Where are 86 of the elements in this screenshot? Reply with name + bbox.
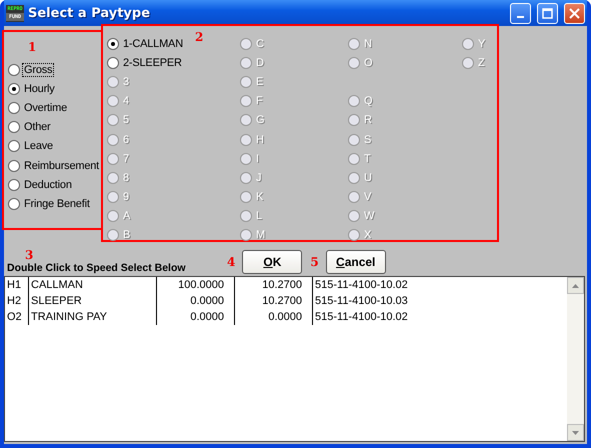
- table-cell: 10.2700: [235, 277, 313, 293]
- option-label: H: [255, 134, 265, 146]
- option-label: Leave: [23, 140, 54, 152]
- table-cell: SLEEPER: [29, 293, 157, 309]
- table-cell: 10.2700: [235, 293, 313, 309]
- radio-button[interactable]: [8, 198, 20, 210]
- option-label: 7: [122, 152, 130, 165]
- option-label: Hourly: [23, 82, 56, 95]
- radio-button[interactable]: [8, 64, 20, 76]
- option-label: E: [255, 76, 264, 88]
- speed-select-label: Double Click to Speed Select Below: [7, 262, 187, 274]
- option-label: D: [255, 56, 265, 69]
- ok-button[interactable]: OK: [242, 250, 302, 274]
- option-label: C: [255, 38, 265, 50]
- table-cell: TRAINING PAY: [29, 309, 157, 325]
- option-label: A: [122, 210, 132, 222]
- radio-button[interactable]: [8, 178, 20, 191]
- option-label: Fringe Benefit: [23, 198, 91, 210]
- up-arrow-icon: [572, 284, 579, 288]
- option-label: M: [255, 229, 266, 242]
- maximize-icon: [542, 8, 553, 18]
- option-label: Overtime: [23, 102, 68, 114]
- table-cell-text: 515-11-4100-10.03: [314, 294, 409, 309]
- option-label: N: [363, 38, 373, 50]
- option-label: I: [255, 152, 260, 165]
- table-cell: CALLMAN: [29, 277, 157, 293]
- minimize-icon: [517, 16, 524, 18]
- option-label: K: [255, 191, 264, 204]
- option-label: 3: [122, 76, 130, 88]
- window-title: Select a Paytype: [28, 6, 152, 20]
- callout-number: 2: [195, 30, 204, 44]
- table-cell: 0.0000: [157, 293, 235, 309]
- option-label: J: [255, 172, 262, 184]
- close-icon: [569, 8, 580, 18]
- option-label: 1-CALLMAN: [122, 38, 184, 50]
- table-cell: H2: [5, 293, 29, 309]
- callout-number: 5: [310, 255, 319, 269]
- option-label: L: [255, 210, 263, 222]
- option-label: Reimbursement: [23, 160, 100, 172]
- table-cell: 0.0000: [235, 309, 313, 325]
- radio-button[interactable]: [107, 38, 119, 50]
- table-cell: H1: [5, 277, 29, 293]
- option-label: T: [363, 152, 372, 165]
- table-cell: 100.0000: [157, 277, 235, 293]
- callout-number: 3: [25, 248, 34, 262]
- scroll-up-button[interactable]: [567, 277, 584, 294]
- table-cell: 0.0000: [157, 309, 235, 325]
- maximize-button[interactable]: [537, 2, 558, 24]
- option-label: B: [122, 229, 132, 242]
- radio-button[interactable]: [107, 56, 119, 69]
- option-label: Other: [23, 121, 52, 134]
- radio-button[interactable]: [8, 102, 20, 114]
- table-cell-text: 515-11-4100-10.02: [314, 310, 409, 325]
- radio-button[interactable]: [8, 140, 20, 152]
- option-label: Gross: [23, 64, 54, 76]
- option-label: F: [255, 95, 264, 108]
- minimize-button[interactable]: [510, 2, 531, 24]
- option-label: 2-SLEEPER: [122, 56, 183, 69]
- close-button[interactable]: [564, 2, 585, 24]
- option-label: 9: [122, 191, 130, 204]
- option-label: V: [363, 191, 372, 204]
- option-label: Z: [477, 56, 486, 69]
- option-label: 4: [122, 95, 130, 108]
- option-label: X: [363, 229, 372, 242]
- table-cell: O2: [5, 309, 29, 325]
- callout-number: 4: [227, 255, 236, 269]
- option-label: R: [363, 114, 373, 126]
- radio-button[interactable]: [8, 121, 20, 134]
- option-label: W: [363, 210, 376, 222]
- cancel-button[interactable]: Cancel: [326, 250, 386, 274]
- radio-button[interactable]: [8, 160, 20, 172]
- scroll-down-button[interactable]: [567, 424, 584, 441]
- option-label: O: [363, 56, 374, 69]
- radio-button[interactable]: [8, 82, 20, 95]
- option-label: Deduction: [23, 178, 73, 191]
- option-label: 6: [122, 134, 130, 146]
- option-label: S: [363, 134, 372, 146]
- callout-number: 1: [28, 40, 38, 54]
- option-label: Q: [363, 95, 374, 108]
- option-label: U: [363, 172, 373, 184]
- option-label: Y: [477, 38, 486, 50]
- option-label: 8: [122, 172, 130, 184]
- table-cell-text: 515-11-4100-10.02: [314, 278, 409, 293]
- down-arrow-icon: [572, 430, 579, 434]
- option-label: 5: [122, 114, 130, 126]
- option-label: G: [255, 114, 266, 126]
